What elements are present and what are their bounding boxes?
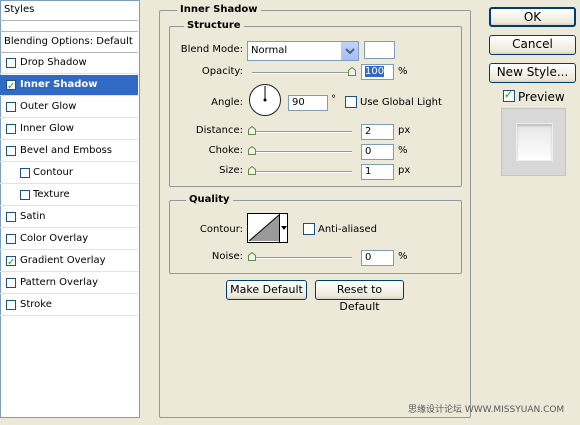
- quality-title: Quality: [186, 194, 233, 206]
- style-item-satin[interactable]: Satin: [0, 207, 138, 228]
- angle-input[interactable]: 90: [288, 95, 328, 111]
- inner-shadow-title: Inner Shadow: [177, 4, 261, 16]
- style-item-bevel-emboss[interactable]: Bevel and Emboss: [0, 141, 138, 162]
- distance-unit: px: [398, 125, 411, 136]
- checkmark-icon: ✓: [504, 88, 514, 101]
- inner-shadow-checkbox[interactable]: [6, 77, 16, 97]
- style-item-label: Color Overlay: [20, 233, 89, 244]
- style-item-outer-glow[interactable]: Outer Glow: [0, 97, 138, 118]
- distance-slider-handle[interactable]: [248, 126, 256, 135]
- style-item-label: Bevel and Emboss: [20, 145, 112, 156]
- style-item-label: Inner Glow: [20, 123, 74, 134]
- shadow-color-swatch[interactable]: [364, 41, 395, 59]
- style-item-label: Drop Shadow: [20, 57, 87, 68]
- style-item-inner-shadow[interactable]: Inner Shadow: [0, 75, 138, 97]
- noise-label: Noise:: [211, 251, 243, 262]
- distance-slider-track[interactable]: [252, 131, 352, 133]
- size-unit: px: [398, 165, 411, 176]
- contour-checkbox[interactable]: [20, 168, 30, 178]
- angle-label: Angle:: [211, 97, 243, 108]
- choke-label: Choke:: [208, 145, 243, 156]
- angle-dial[interactable]: [248, 83, 282, 117]
- structure-title: Structure: [184, 20, 244, 32]
- chevron-down-icon[interactable]: [341, 42, 358, 60]
- new-style-button[interactable]: New Style...: [489, 63, 576, 83]
- make-default-button[interactable]: Make Default: [226, 280, 307, 300]
- outer-glow-checkbox[interactable]: [6, 102, 16, 112]
- choke-slider-handle[interactable]: [248, 146, 256, 155]
- style-item-drop-shadow[interactable]: Drop Shadow: [0, 53, 138, 74]
- style-item-pattern-overlay[interactable]: Pattern Overlay: [0, 273, 138, 294]
- color-overlay-checkbox[interactable]: [6, 234, 16, 244]
- noise-unit: %: [398, 251, 408, 262]
- angle-unit: °: [331, 94, 336, 105]
- reset-to-default-button[interactable]: Reset to Default: [315, 280, 404, 313]
- pattern-overlay-checkbox[interactable]: [6, 278, 16, 288]
- opacity-slider-handle[interactable]: [348, 67, 356, 76]
- use-global-light-checkbox[interactable]: [345, 96, 357, 108]
- blending-options-item[interactable]: Blending Options: Default: [0, 31, 138, 53]
- opacity-label: Opacity:: [201, 66, 243, 77]
- styles-header[interactable]: Styles: [0, 0, 138, 21]
- opacity-input[interactable]: 100: [361, 64, 394, 80]
- texture-checkbox[interactable]: [20, 190, 30, 200]
- styles-list-panel: Styles Blending Options: Default Drop Sh…: [0, 0, 140, 418]
- style-item-stroke[interactable]: Stroke: [0, 295, 138, 316]
- size-input[interactable]: 1: [361, 164, 394, 180]
- contour-picker[interactable]: [247, 213, 288, 243]
- use-global-light-label: Use Global Light: [360, 97, 442, 108]
- blend-mode-dropdown[interactable]: Normal: [247, 41, 359, 61]
- style-item-inner-glow[interactable]: Inner Glow: [0, 119, 138, 140]
- cancel-button[interactable]: Cancel: [489, 35, 576, 55]
- style-item-label: Pattern Overlay: [20, 277, 99, 288]
- style-preview-thumbnail: [501, 108, 566, 176]
- stroke-checkbox[interactable]: [6, 300, 16, 310]
- style-item-label: Texture: [33, 189, 70, 200]
- style-item-label: Stroke: [20, 299, 52, 310]
- style-item-label: Inner Shadow: [20, 79, 98, 90]
- preview-swatch: [516, 123, 553, 161]
- contour-label: Contour:: [199, 224, 243, 235]
- satin-checkbox[interactable]: [6, 212, 16, 222]
- style-item-color-overlay[interactable]: Color Overlay: [0, 229, 138, 250]
- inner-glow-checkbox[interactable]: [6, 124, 16, 134]
- preview-checkbox[interactable]: ✓: [503, 88, 515, 102]
- anti-aliased-checkbox[interactable]: [303, 223, 315, 235]
- style-item-label: Gradient Overlay: [20, 255, 106, 266]
- anti-aliased-label: Anti-aliased: [318, 224, 378, 235]
- size-label: Size:: [219, 165, 243, 176]
- gradient-overlay-checkbox[interactable]: [6, 253, 16, 273]
- drop-shadow-checkbox[interactable]: [6, 58, 16, 68]
- blend-mode-label: Blend Mode:: [180, 44, 243, 55]
- chevron-down-icon[interactable]: [279, 214, 288, 242]
- style-item-label: Satin: [20, 211, 46, 222]
- style-item-label: Outer Glow: [20, 101, 77, 112]
- preview-label: Preview: [518, 90, 565, 104]
- opacity-value: 100: [365, 66, 385, 77]
- style-item-gradient-overlay[interactable]: Gradient Overlay: [0, 251, 138, 273]
- noise-slider-handle[interactable]: [248, 252, 256, 261]
- blend-mode-value: Normal: [251, 45, 288, 56]
- choke-slider-track[interactable]: [252, 151, 352, 153]
- distance-input[interactable]: 2: [361, 124, 394, 140]
- bevel-emboss-checkbox[interactable]: [6, 146, 16, 156]
- style-item-label: Contour: [33, 167, 73, 178]
- ok-button[interactable]: OK: [489, 7, 576, 27]
- opacity-slider-track[interactable]: [252, 72, 352, 74]
- contour-preview-icon: [249, 215, 279, 241]
- choke-input[interactable]: 0: [361, 144, 394, 160]
- choke-unit: %: [398, 145, 408, 156]
- size-slider-track[interactable]: [252, 171, 352, 173]
- opacity-unit: %: [398, 66, 408, 77]
- watermark-text: 思缘设计论坛 WWW.MISSYUAN.COM: [408, 405, 565, 415]
- noise-slider-track[interactable]: [252, 257, 352, 259]
- distance-label: Distance:: [195, 125, 243, 136]
- noise-input[interactable]: 0: [361, 250, 394, 266]
- size-slider-handle[interactable]: [248, 166, 256, 175]
- style-item-contour[interactable]: Contour: [0, 163, 138, 184]
- style-item-texture[interactable]: Texture: [0, 185, 138, 206]
